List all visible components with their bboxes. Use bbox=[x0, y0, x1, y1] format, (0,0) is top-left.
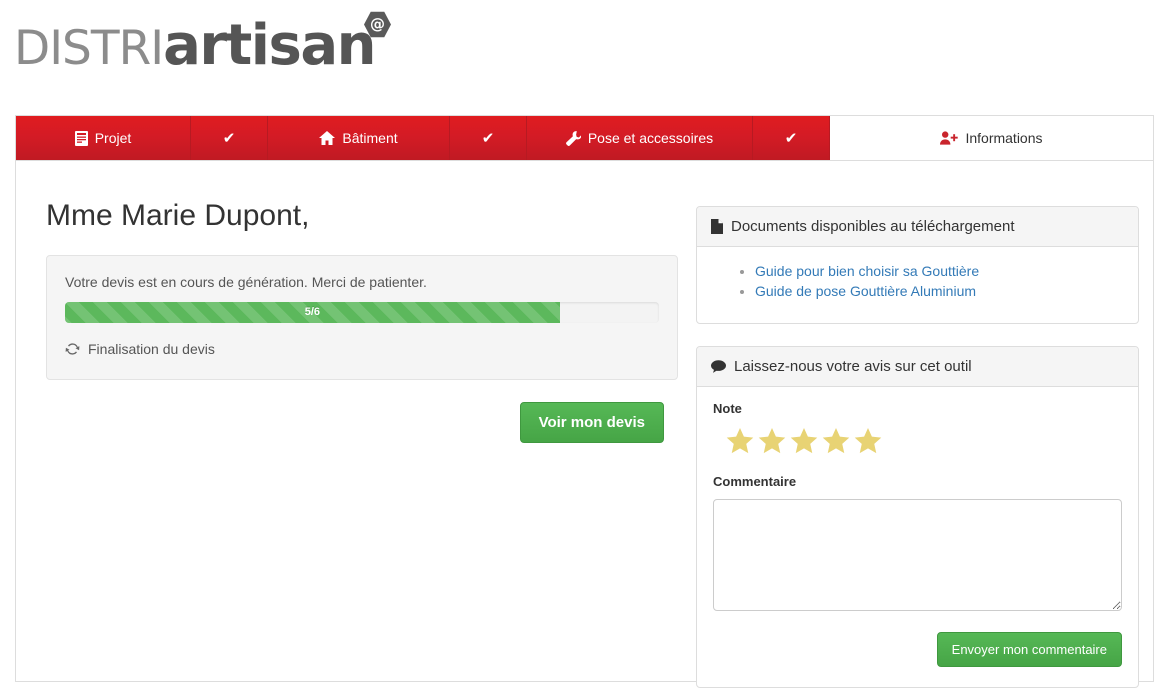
nav-tab-projet[interactable]: Projet bbox=[16, 116, 191, 160]
quote-generation-alert: Votre devis est en cours de génération. … bbox=[46, 255, 678, 380]
home-icon bbox=[319, 131, 336, 145]
comment-icon bbox=[711, 360, 726, 373]
brand-logo[interactable]: DISTRIartisan @ bbox=[14, 11, 391, 76]
page-container: Projet ✔ Bâtiment ✔ Pose et accessoires … bbox=[15, 115, 1154, 688]
nav-tab-label: Informations bbox=[965, 130, 1043, 146]
nav-tab-batiment[interactable]: Bâtiment bbox=[268, 116, 450, 160]
check-icon: ✔ bbox=[784, 130, 798, 147]
document-link[interactable]: Guide pour bien choisir sa Gouttière bbox=[755, 263, 979, 279]
generation-progress-bar: 5/6 bbox=[65, 302, 659, 323]
rating-label: Note bbox=[713, 401, 742, 416]
star-icon[interactable] bbox=[821, 426, 851, 456]
list-item: Guide pour bien choisir sa Gouttière bbox=[755, 263, 1122, 281]
nav-tab-label: Pose et accessoires bbox=[587, 130, 714, 146]
progress-bar-fill: 5/6 bbox=[65, 302, 560, 323]
content-area: Mme Marie Dupont, Votre devis est en cou… bbox=[16, 161, 1153, 688]
logo-text-distri: DISTRI bbox=[14, 21, 164, 76]
refresh-icon bbox=[65, 342, 80, 356]
documents-panel-body: Guide pour bien choisir sa Gouttière Gui… bbox=[697, 247, 1138, 323]
left-column: Mme Marie Dupont, Votre devis est en cou… bbox=[16, 161, 696, 682]
site-header: DISTRIartisan @ bbox=[0, 0, 1169, 110]
star-rating[interactable] bbox=[725, 426, 1122, 456]
nav-tab-informations[interactable]: Informations bbox=[830, 116, 1153, 160]
logo-text-artisan: artisan bbox=[163, 13, 376, 78]
feedback-panel: Laissez-nous votre avis sur cet outil No… bbox=[696, 346, 1139, 688]
nav-tab-projet-status[interactable]: ✔ bbox=[191, 116, 268, 160]
submit-comment-button[interactable]: Envoyer mon commentaire bbox=[936, 632, 1122, 667]
wizard-nav-tabs: Projet ✔ Bâtiment ✔ Pose et accessoires … bbox=[16, 116, 1153, 161]
generation-status: Finalisation du devis bbox=[65, 341, 659, 357]
nav-tab-label: Projet bbox=[94, 130, 132, 146]
comment-textarea[interactable] bbox=[713, 499, 1122, 611]
feedback-panel-body: Note Commentaire Envoyer mon commentaire bbox=[697, 387, 1138, 687]
documents-panel-title: Documents disponibles au téléchargement bbox=[731, 218, 1015, 235]
star-icon[interactable] bbox=[853, 426, 883, 456]
page-title: Mme Marie Dupont, bbox=[46, 199, 310, 232]
nav-tab-batiment-status[interactable]: ✔ bbox=[450, 116, 527, 160]
nav-tab-label: Bâtiment bbox=[342, 130, 398, 146]
documents-panel-heading: Documents disponibles au téléchargement bbox=[697, 207, 1138, 247]
comment-label: Commentaire bbox=[713, 474, 797, 489]
documents-list: Guide pour bien choisir sa Gouttière Gui… bbox=[713, 263, 1122, 301]
file-icon bbox=[711, 219, 723, 234]
star-icon[interactable] bbox=[725, 426, 755, 456]
feedback-actions: Envoyer mon commentaire bbox=[713, 632, 1122, 667]
document-link[interactable]: Guide de pose Gouttière Aluminium bbox=[755, 283, 976, 299]
generation-status-text: Finalisation du devis bbox=[88, 341, 215, 357]
star-icon[interactable] bbox=[789, 426, 819, 456]
right-column: Documents disponibles au téléchargement … bbox=[696, 161, 1153, 688]
nav-tab-pose-accessoires-status[interactable]: ✔ bbox=[753, 116, 830, 160]
check-icon: ✔ bbox=[481, 130, 495, 147]
alert-message: Votre devis est en cours de génération. … bbox=[65, 274, 427, 290]
feedback-panel-heading: Laissez-nous votre avis sur cet outil bbox=[697, 347, 1138, 387]
feedback-panel-title: Laissez-nous votre avis sur cet outil bbox=[734, 358, 972, 375]
view-quote-button[interactable]: Voir mon devis bbox=[519, 402, 664, 443]
list-item: Guide de pose Gouttière Aluminium bbox=[755, 283, 1122, 301]
nav-tab-pose-accessoires[interactable]: Pose et accessoires bbox=[527, 116, 753, 160]
user-plus-icon bbox=[940, 131, 959, 145]
star-icon[interactable] bbox=[757, 426, 787, 456]
documents-panel: Documents disponibles au téléchargement … bbox=[696, 206, 1139, 324]
check-icon: ✔ bbox=[222, 130, 236, 147]
file-lines-icon bbox=[74, 130, 88, 146]
wrench-icon bbox=[565, 130, 581, 146]
